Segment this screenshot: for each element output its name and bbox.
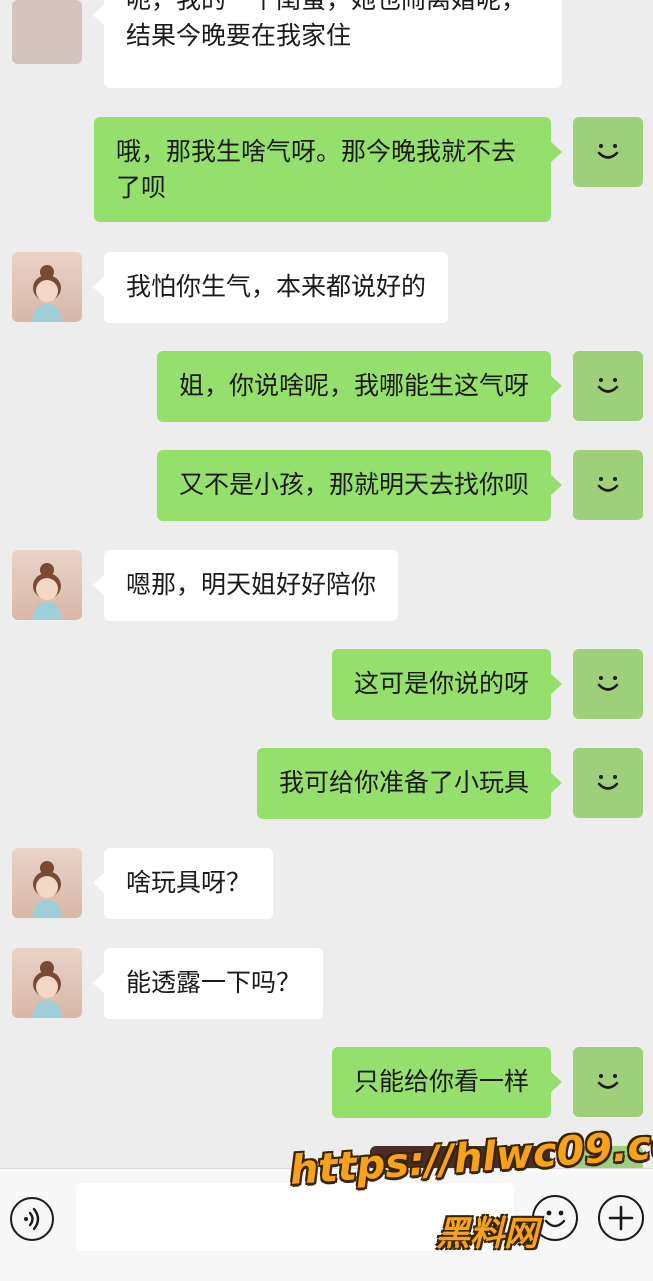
message-bubble[interactable]: 嗯那，明天姐好好陪你 (92, 550, 399, 621)
contact-avatar[interactable] (12, 0, 82, 64)
chat-area[interactable]: 呃，我的一个闺蜜，她也闹离婚呢，结果今晚要在我家住 哦，那我生啥气呀。那今晚我就… (0, 0, 653, 1168)
smiley-icon (597, 676, 619, 691)
message-bubble[interactable]: 这可是你说的呀 (331, 649, 563, 720)
girl-portrait (32, 961, 62, 1018)
message-bubble[interactable]: 我可给你准备了小玩具 (256, 748, 563, 819)
smiley-icon (597, 378, 619, 393)
contact-avatar[interactable] (12, 948, 82, 1018)
message-bubble[interactable]: 姐，你说啥呢，我哪能生这气呀 (156, 351, 563, 422)
message-bubble[interactable]: 哦，那我生啥气呀。那今晚我就不去了呗 (94, 117, 562, 222)
voice-icon (24, 1207, 40, 1231)
emoji-icon (544, 1210, 566, 1228)
message-bubble[interactable]: 呃，我的一个闺蜜，她也闹离婚呢，结果今晚要在我家住 (93, 0, 562, 88)
image-message[interactable] (370, 1146, 550, 1168)
input-bar (0, 1168, 653, 1281)
girl-portrait (32, 265, 62, 322)
contact-avatar[interactable] (12, 550, 82, 620)
smiley-icon (597, 775, 619, 790)
voice-button[interactable] (10, 1197, 54, 1241)
self-avatar[interactable] (573, 117, 643, 187)
plus-icon (608, 1205, 634, 1231)
self-avatar[interactable] (573, 450, 643, 520)
smiley-icon (597, 477, 619, 492)
message-bubble[interactable]: 我怕你生气，本来都说好的 (92, 252, 449, 323)
self-avatar[interactable] (573, 649, 643, 719)
girl-portrait (32, 861, 62, 918)
self-avatar[interactable] (573, 1047, 643, 1117)
contact-avatar[interactable] (12, 848, 82, 918)
plus-button[interactable] (598, 1195, 644, 1241)
message-bubble[interactable]: 啥玩具呀？ (92, 848, 274, 919)
emoji-button[interactable] (532, 1195, 578, 1241)
smiley-icon (597, 1074, 619, 1089)
smiley-icon (597, 144, 619, 159)
message-bubble[interactable]: 又不是小孩，那就明天去找你呗 (156, 450, 563, 521)
contact-avatar[interactable] (12, 252, 82, 322)
self-avatar[interactable] (573, 1146, 643, 1168)
message-input[interactable] (76, 1183, 514, 1251)
self-avatar[interactable] (573, 748, 643, 818)
girl-portrait (32, 563, 62, 620)
self-avatar[interactable] (573, 351, 643, 421)
message-bubble[interactable]: 只能给你看一样 (331, 1047, 563, 1118)
message-bubble[interactable]: 能透露一下吗？ (92, 948, 324, 1019)
